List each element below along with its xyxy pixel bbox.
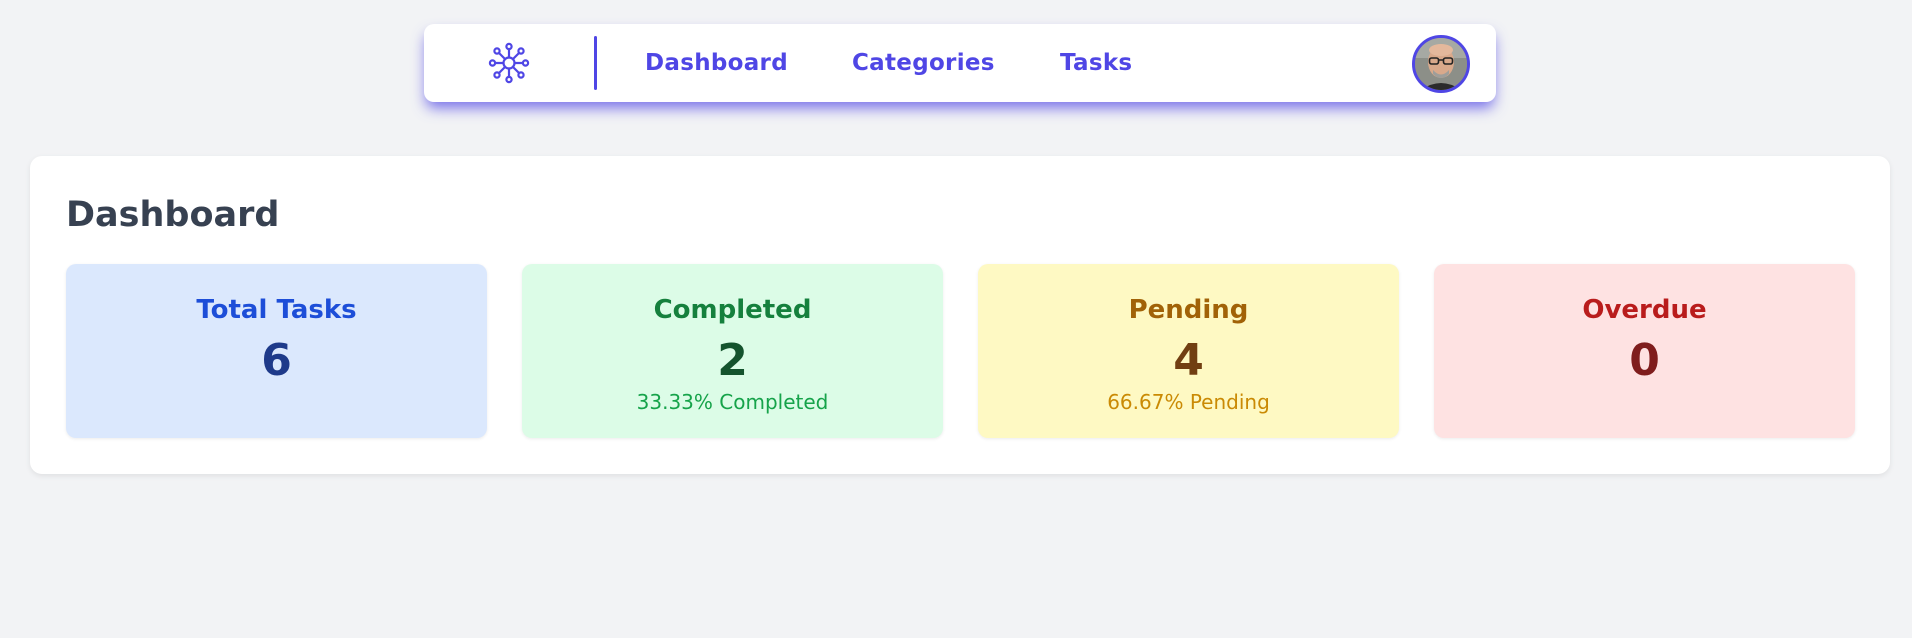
stat-label: Completed [653, 295, 812, 325]
stat-value: 4 [1173, 335, 1204, 386]
stat-value: 0 [1629, 335, 1660, 386]
top-navbar: Dashboard Categories Tasks [424, 24, 1496, 102]
stat-label: Overdue [1582, 295, 1707, 325]
stat-subtext: 66.67% Pending [1107, 390, 1270, 414]
stat-label: Pending [1128, 295, 1249, 325]
stat-value: 2 [717, 335, 748, 386]
page-title: Dashboard [66, 195, 280, 235]
user-avatar[interactable] [1412, 35, 1470, 93]
network-hub-icon[interactable] [486, 40, 532, 86]
stat-card-overdue: Overdue 0 [1434, 264, 1855, 438]
stat-label: Total Tasks [196, 295, 357, 325]
dashboard-panel: Dashboard Total Tasks 6 Completed 2 33.3… [30, 156, 1890, 474]
nav-link-tasks[interactable]: Tasks [1060, 49, 1132, 77]
stat-card-completed: Completed 2 33.33% Completed [522, 264, 943, 438]
nav-divider [594, 36, 597, 90]
stat-card-total-tasks: Total Tasks 6 [66, 264, 487, 438]
stat-card-pending: Pending 4 66.67% Pending [978, 264, 1399, 438]
nav-link-categories[interactable]: Categories [852, 49, 995, 77]
stat-value: 6 [261, 335, 292, 386]
stat-subtext: 33.33% Completed [636, 390, 829, 414]
nav-link-dashboard[interactable]: Dashboard [645, 49, 788, 77]
